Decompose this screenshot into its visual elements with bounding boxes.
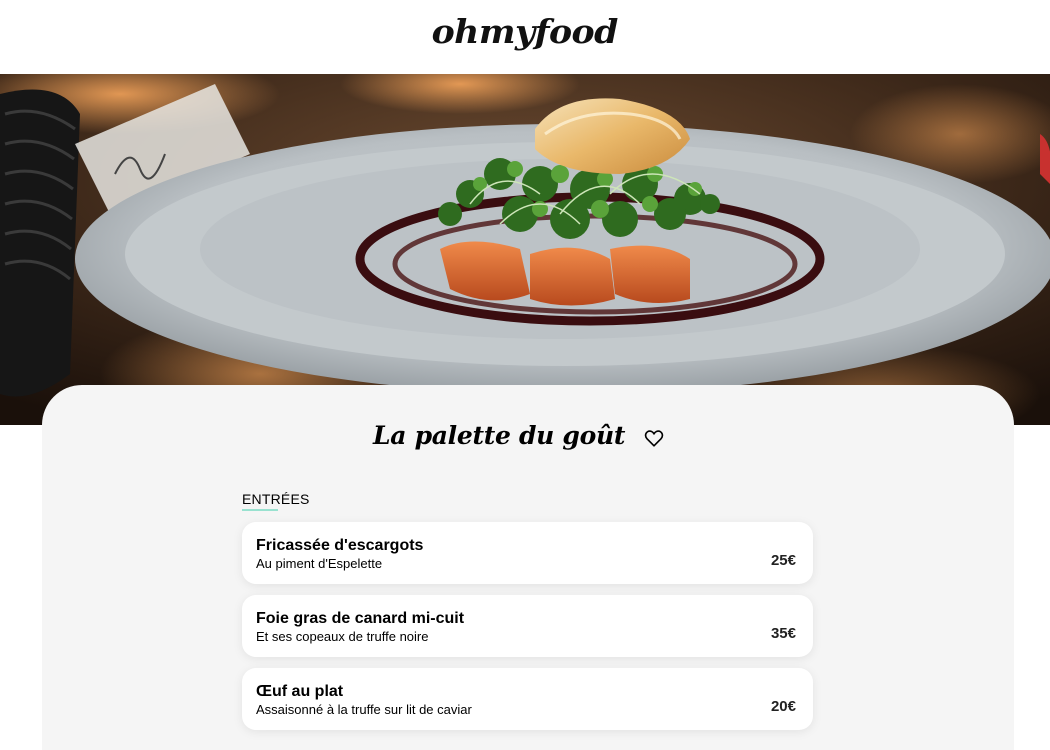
dish-description: Assaisonné à la truffe sur lit de caviar bbox=[256, 702, 472, 717]
dish-description: Au piment d'Espelette bbox=[256, 556, 383, 571]
favorite-button[interactable] bbox=[643, 427, 665, 449]
dish-price: 20€ bbox=[770, 698, 796, 715]
dish-price: 35€ bbox=[770, 625, 796, 642]
restaurant-title-row: La palette du goût bbox=[42, 421, 1014, 461]
section-title: ENTRÉES bbox=[242, 491, 310, 507]
logo[interactable]: ohmyfood bbox=[432, 12, 619, 51]
dish-description: Et ses copeaux de truffe noire bbox=[256, 629, 429, 644]
menu-item[interactable]: Œuf au plat Assaisonné à la truffe sur l… bbox=[242, 668, 813, 730]
dish-name: Fricassée d'escargots bbox=[256, 537, 424, 554]
dish-name: Foie gras de canard mi-cuit bbox=[256, 610, 465, 627]
site-header: ohmyfood bbox=[0, 0, 1050, 74]
dish-price: 25€ bbox=[770, 552, 796, 569]
restaurant-card: La palette du goût ENTRÉES Fricassée d'e… bbox=[42, 385, 1014, 750]
menu-item[interactable]: Foie gras de canard mi-cuit Et ses copea… bbox=[242, 595, 813, 657]
hero-image bbox=[0, 74, 1050, 425]
restaurant-name: La palette du goût bbox=[373, 421, 626, 450]
hero-photo bbox=[0, 74, 1050, 425]
heart-outline-icon bbox=[644, 430, 664, 447]
menu-list: Fricassée d'escargots Au piment d'Espele… bbox=[242, 522, 813, 741]
section-title-underline bbox=[242, 509, 278, 511]
menu-item[interactable]: Fricassée d'escargots Au piment d'Espele… bbox=[242, 522, 813, 584]
dish-name: Œuf au plat bbox=[256, 683, 344, 700]
restaurant-page: ohmyfood La palette du goût ENTRÉES Fric… bbox=[0, 0, 1050, 750]
